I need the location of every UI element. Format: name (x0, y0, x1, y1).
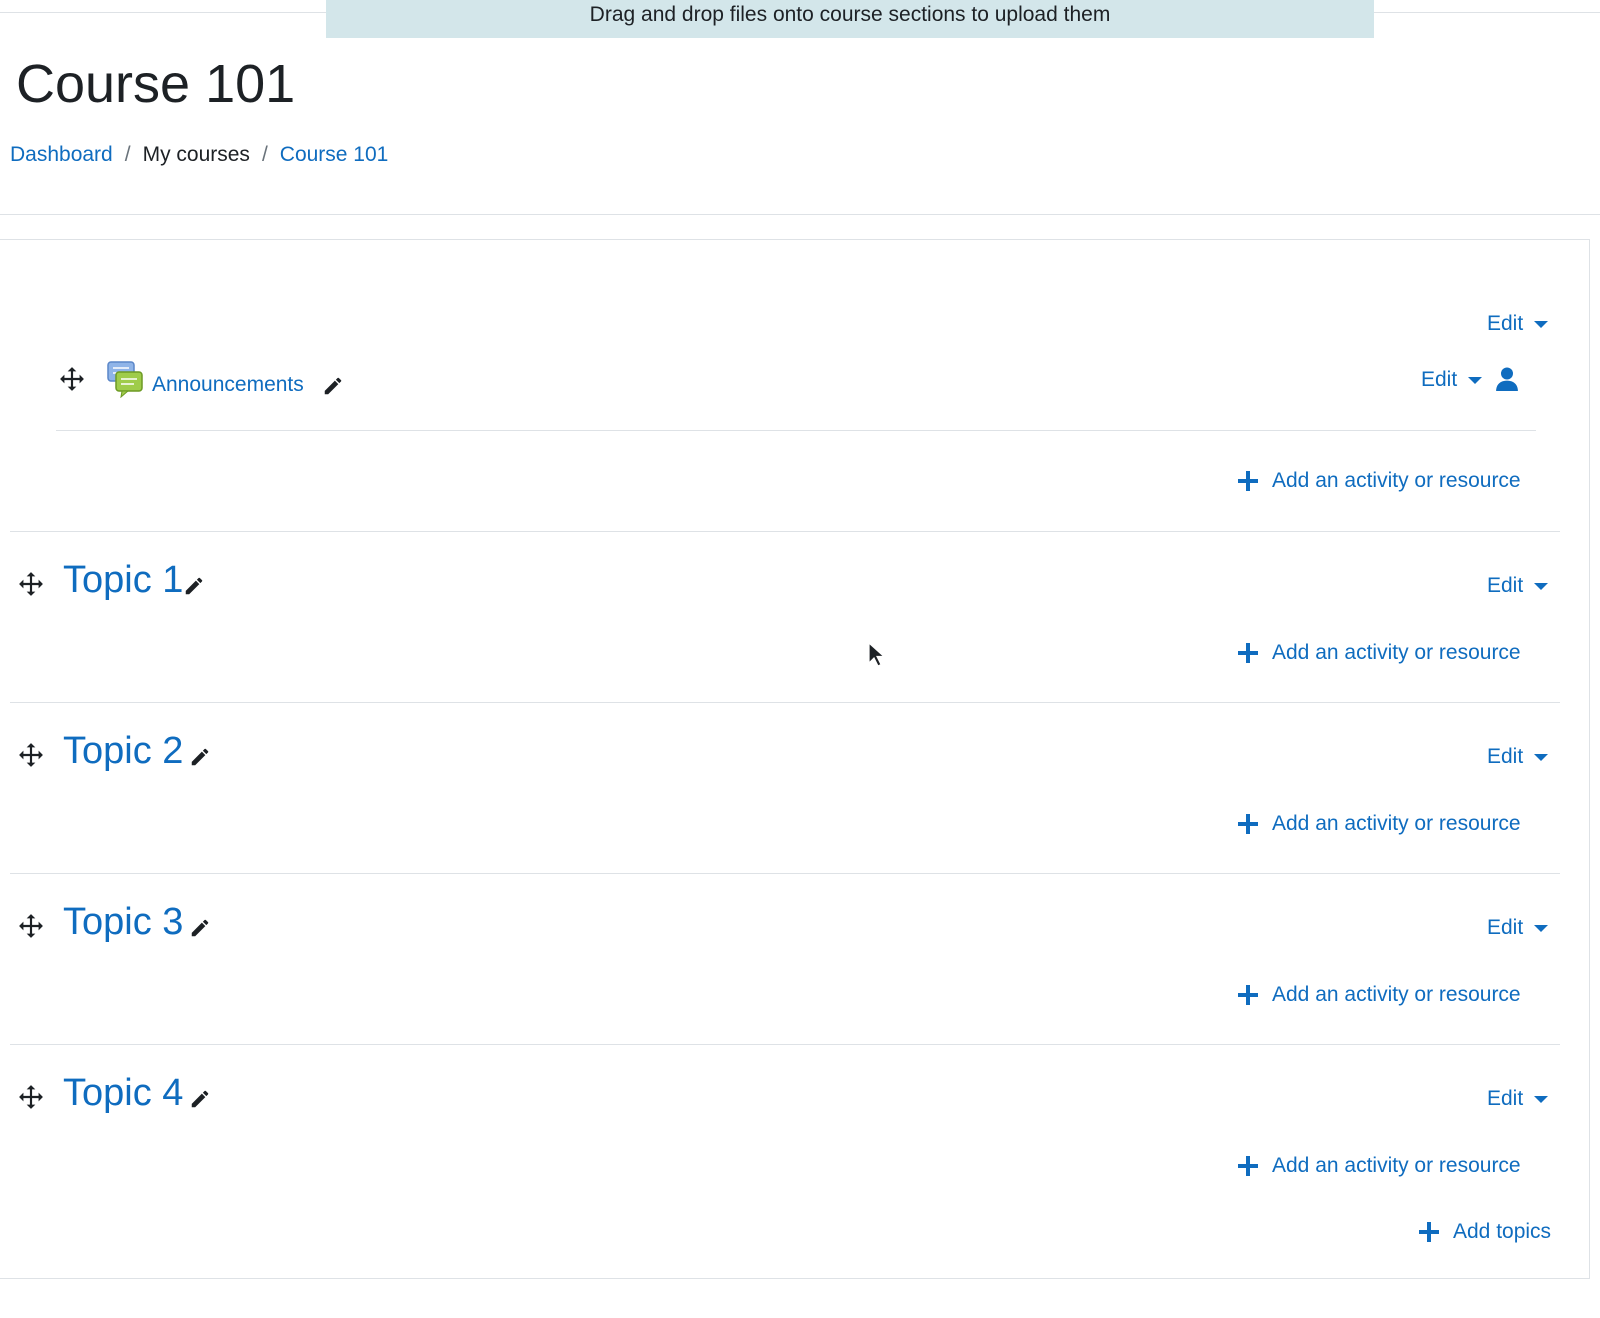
caret-down-icon (1534, 753, 1549, 761)
plus-icon (1238, 643, 1258, 663)
caret-down-icon (1534, 320, 1549, 328)
pencil-icon[interactable] (322, 375, 344, 397)
topic-title-2[interactable]: Topic 2 (63, 729, 183, 773)
caret-down-icon (1534, 582, 1549, 590)
edit-label: Edit (1487, 312, 1524, 335)
edit-label: Edit (1421, 368, 1458, 391)
activity-edit-menu[interactable]: Edit (1421, 366, 1483, 394)
topic-4-edit-menu[interactable]: Edit (1487, 1085, 1549, 1113)
pencil-icon[interactable] (189, 917, 211, 939)
breadcrumb-separator: / (261, 143, 268, 166)
move-icon[interactable] (18, 1084, 44, 1110)
drag-drop-banner: Drag and drop files onto course sections… (326, 0, 1374, 38)
mouse-cursor-icon (868, 642, 886, 667)
breadcrumb-my-courses: My courses (142, 143, 250, 166)
move-icon[interactable] (18, 571, 44, 597)
section-divider (10, 873, 1560, 874)
add-activity-button-topic-4[interactable]: Add an activity or resource (1238, 1152, 1521, 1180)
general-section-edit-menu[interactable]: Edit (1487, 310, 1549, 338)
add-activity-label: Add an activity or resource (1272, 1154, 1521, 1177)
add-activity-button-topic-2[interactable]: Add an activity or resource (1238, 810, 1521, 838)
topic-3-edit-menu[interactable]: Edit (1487, 914, 1549, 942)
header-divider (0, 214, 1600, 215)
caret-down-icon (1534, 924, 1549, 932)
plus-icon (1238, 814, 1258, 834)
topic-title-4[interactable]: Topic 4 (63, 1071, 183, 1115)
breadcrumb-dashboard[interactable]: Dashboard (10, 140, 113, 170)
add-activity-label: Add an activity or resource (1272, 641, 1521, 664)
move-icon[interactable] (18, 742, 44, 768)
add-activity-label: Add an activity or resource (1272, 812, 1521, 835)
plus-icon (1238, 1156, 1258, 1176)
plus-icon (1238, 985, 1258, 1005)
plus-icon (1238, 471, 1258, 491)
activity-link-announcements[interactable]: Announcements (152, 371, 304, 399)
topic-2-edit-menu[interactable]: Edit (1487, 743, 1549, 771)
add-activity-label: Add an activity or resource (1272, 469, 1521, 492)
move-icon[interactable] (59, 366, 85, 392)
section-divider (10, 531, 1560, 532)
section-divider (10, 1044, 1560, 1045)
add-topics-button[interactable]: Add topics (1419, 1218, 1551, 1246)
add-topics-label: Add topics (1453, 1220, 1552, 1243)
breadcrumb: Dashboard / My courses / Course 101 (10, 140, 388, 170)
activity-divider (56, 430, 1536, 431)
move-icon[interactable] (18, 913, 44, 939)
pencil-icon[interactable] (189, 1088, 211, 1110)
section-divider (10, 702, 1560, 703)
caret-down-icon (1468, 376, 1483, 384)
add-activity-button-topic-3[interactable]: Add an activity or resource (1238, 981, 1521, 1009)
edit-label: Edit (1487, 574, 1524, 597)
add-activity-button-topic-1[interactable]: Add an activity or resource (1238, 639, 1521, 667)
topic-1-edit-menu[interactable]: Edit (1487, 572, 1549, 600)
user-icon[interactable] (1496, 367, 1518, 391)
topic-title-1[interactable]: Topic 1 (63, 558, 183, 602)
pencil-icon[interactable] (183, 575, 205, 597)
edit-label: Edit (1487, 1087, 1524, 1110)
forum-icon (107, 361, 143, 398)
pencil-icon[interactable] (189, 746, 211, 768)
breadcrumb-separator: / (124, 143, 131, 166)
add-activity-button-general[interactable]: Add an activity or resource (1238, 467, 1521, 495)
edit-label: Edit (1487, 745, 1524, 768)
page-title: Course 101 (16, 54, 296, 114)
edit-label: Edit (1487, 916, 1524, 939)
caret-down-icon (1534, 1095, 1549, 1103)
topic-title-3[interactable]: Topic 3 (63, 900, 183, 944)
breadcrumb-course[interactable]: Course 101 (280, 140, 389, 170)
add-activity-label: Add an activity or resource (1272, 983, 1521, 1006)
plus-icon (1419, 1222, 1439, 1242)
